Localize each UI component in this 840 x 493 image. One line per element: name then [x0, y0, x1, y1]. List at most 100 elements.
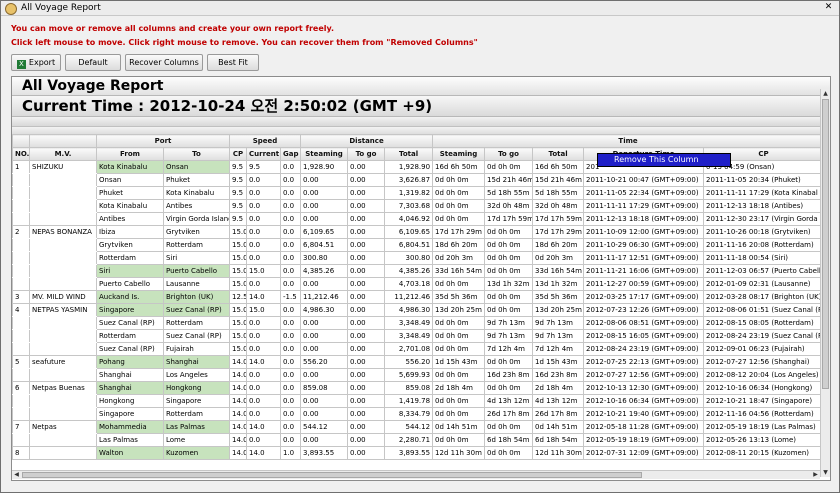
col-total[interactable]: Total — [384, 147, 434, 161]
cell-to-go: 0.00 — [347, 212, 386, 226]
cell-total: 6,109.65 — [384, 225, 434, 239]
cell-time-steaming: 0d 0h 0m — [432, 342, 486, 356]
cell-current: 0.0 — [246, 199, 281, 213]
best-fit-button[interactable]: Best Fit — [207, 54, 259, 71]
cell-cp-time: 2011-11-16 20:08 (Rotterdam) — [703, 238, 825, 252]
cell-departure-time: 2012-10-16 06:34 (GMT+09:00) — [583, 394, 705, 408]
cell-time-to-go: 0d 0h 0m — [484, 225, 534, 239]
cell-time-to-go: 5d 18h 55m — [484, 186, 534, 200]
export-button[interactable]: X Export — [11, 54, 61, 71]
col-to-go[interactable]: To go — [347, 147, 386, 161]
table-row[interactable]: Kota Kinabalu Antibes 9.5 0.0 0.0 0.00 0.00 7,3… — [12, 199, 825, 213]
cell-departure-time: 2011-11-11 17:29 (GMT+09:00) — [583, 199, 705, 213]
cell-to: Grytviken — [163, 225, 230, 239]
col-gap[interactable]: Gap — [279, 147, 302, 161]
horizontal-scrollbar[interactable]: ◀ ▶ — [12, 470, 820, 479]
table-row[interactable]: Grytviken Rotterdam 15.0 0.0 0.0 6,804.51 0.00… — [12, 238, 825, 252]
table-row[interactable]: Antibes Virgin Gorda Island 9.5 0.0 0.0 0.00 0… — [12, 212, 825, 226]
col-time-to-go[interactable]: To go — [484, 147, 534, 161]
horizontal-scroll-thumb[interactable] — [22, 472, 642, 478]
table-row[interactable]: 6 Netpas Buenas Shanghai Hongkong 14.0 0.0 0.0… — [12, 381, 825, 395]
cell-from: Rotterdam — [96, 329, 164, 343]
recover-columns-button[interactable]: Recover Columns — [125, 54, 203, 71]
table-row[interactable]: Rotterdam Suez Canal (RP) 15.0 0.0 0.0 0.00 0.… — [12, 329, 825, 343]
cell-to-go: 0.00 — [347, 238, 386, 252]
cell-to: Rotterdam — [163, 407, 230, 421]
cell-cp-time: 2011-11-05 20:34 (Phuket) — [703, 173, 825, 187]
cell-total: 3,893.55 — [384, 446, 434, 460]
table-row[interactable]: Suez Canal (RP) Rotterdam 15.0 0.0 0.0 0.00 0.… — [12, 316, 825, 330]
col-steaming[interactable]: Steaming — [300, 147, 349, 161]
cell-to-go: 0.00 — [347, 342, 386, 356]
col-from[interactable]: From — [96, 147, 164, 161]
close-icon[interactable]: ✕ — [822, 2, 835, 13]
col-time-steaming[interactable]: Steaming — [432, 147, 486, 161]
table-row[interactable]: 4 NETPAS YASMIN Singapore Suez Canal (RP) 15… — [12, 303, 825, 317]
cell-time-steaming: 0d 0h 0m — [432, 173, 486, 187]
table-row[interactable]: 3 MV. MILD WIND Auckand Is. Brighton (UK) 12… — [12, 290, 825, 304]
col-cp[interactable]: CP — [229, 147, 247, 161]
cell-to-go: 0.00 — [347, 329, 386, 343]
cell-departure-time: 2011-11-21 16:06 (GMT+09:00) — [583, 264, 705, 278]
table-row[interactable]: Shanghai Los Angeles 14.0 0.0 0.0 0.00 0.00 5,6… — [12, 368, 825, 382]
col-time-total[interactable]: Total — [532, 147, 585, 161]
cell-current: 14.0 — [246, 355, 281, 369]
table-row[interactable]: 7 Netpas Mohammedia Las Palmas 14.0 14.0 0.0 54… — [12, 420, 825, 434]
title-bar: All Voyage Report ✕ — [1, 1, 839, 16]
table-row[interactable]: 8 Walton Kuzomen 14.0 14.0 1.0 3,893.55 0.00 3,8… — [12, 446, 825, 460]
cell-time-total: 17d 17h 59m — [532, 212, 585, 226]
cell-cp-time: 2012-05-19 18:19 (Las Palmas) — [703, 420, 825, 434]
cell-time-to-go: 9d 7h 13m — [484, 329, 534, 343]
table-row[interactable]: Hongkong Singapore 14.0 0.0 0.0 0.00 0.00 1,419… — [12, 394, 825, 408]
cell-current: 0.0 — [246, 381, 281, 395]
cell-gap: 0.0 — [279, 238, 302, 252]
cell-to-go: 0.00 — [347, 290, 386, 304]
default-button[interactable]: Default — [65, 54, 121, 71]
scroll-right-icon[interactable]: ▶ — [811, 471, 820, 479]
table-row[interactable]: Puerto Cabello Lausanne 15.0 0.0 0.0 0.00 0.00… — [12, 277, 825, 291]
cell-cp: 15.0 — [229, 251, 247, 265]
cell-time-steaming: 0d 0h 0m — [432, 316, 486, 330]
cell-time-steaming: 17d 17h 29m — [432, 225, 486, 239]
vertical-scroll-thumb[interactable] — [822, 99, 829, 389]
cell-current: 14.0 — [246, 290, 281, 304]
cell-to: Hongkong — [163, 381, 230, 395]
cell-to: Onsan — [163, 160, 230, 174]
col-to[interactable]: To — [163, 147, 230, 161]
table-row[interactable]: Siri Puerto Cabello 15.0 15.0 0.0 4,385.26 0.0… — [12, 264, 825, 278]
cell-steaming: 556.20 — [300, 355, 349, 369]
cell-cp-time: 2012-08-12 20:04 (Los Angeles) — [703, 368, 825, 382]
table-row[interactable]: Suez Canal (RP) Fujairah 15.0 0.0 0.0 0.00 0.0… — [12, 342, 825, 356]
cell-cp: 9.5 — [229, 199, 247, 213]
cell-time-to-go: 0d 0h 0m — [484, 303, 534, 317]
table-row[interactable]: Phuket Kota Kinabalu 9.5 0.0 0.0 0.00 0.00 1,31… — [12, 186, 825, 200]
cell-from: Las Palmas — [96, 433, 164, 447]
col-mv[interactable]: M.V. — [29, 147, 97, 161]
scroll-up-icon[interactable]: ▲ — [821, 89, 830, 98]
table-row[interactable]: Rotterdam Siri 15.0 0.0 0.0 300.80 0.00 300.80 0… — [12, 251, 825, 265]
current-time-bar: Current Time : 2012-10-24 오전 2:50:02 (GM… — [12, 96, 830, 117]
scroll-left-icon[interactable]: ◀ — [12, 471, 21, 479]
vertical-scrollbar[interactable]: ▲ ▼ — [820, 89, 830, 477]
cell-total: 4,703.18 — [384, 277, 434, 291]
cell-time-steaming: 0d 20h 3m — [432, 251, 486, 265]
col-current[interactable]: Current — [246, 147, 281, 161]
context-menu-remove-column[interactable]: Remove This Column — [597, 153, 731, 167]
cell-mv — [29, 329, 97, 343]
notice-line-2: Click left mouse to move. Click right mo… — [11, 38, 478, 47]
cell-to-go: 0.00 — [347, 394, 386, 408]
cell-gap: 0.0 — [279, 420, 302, 434]
cell-steaming: 300.80 — [300, 251, 349, 265]
table-row[interactable]: 2 NEPAS BONANZA Ibiza Grytviken 15.0 0.0 0.0 6,… — [12, 225, 825, 239]
col-no[interactable]: NO. — [12, 147, 30, 161]
cell-to: Fujairah — [163, 342, 230, 356]
cell-time-to-go: 0d 0h 0m — [484, 238, 534, 252]
table-row[interactable]: Singapore Rotterdam 14.0 0.0 0.0 0.00 0.00 8,33… — [12, 407, 825, 421]
cell-time-steaming: 0d 0h 0m — [432, 186, 486, 200]
table-row[interactable]: Las Palmas Lome 14.0 0.0 0.0 0.00 0.00 2,280.71… — [12, 433, 825, 447]
cell-cp-time: 2011-11-11 17:29 (Kota Kinabal — [703, 186, 825, 200]
cell-current: 0.0 — [246, 238, 281, 252]
table-row[interactable]: Onsan Phuket 9.5 0.0 0.0 0.00 0.00 3,626.87 0d 0… — [12, 173, 825, 187]
scroll-down-icon[interactable]: ▼ — [821, 468, 830, 477]
table-row[interactable]: 5 seafuture Pohang Shanghai 14.0 14.0 0.0 556.2… — [12, 355, 825, 369]
